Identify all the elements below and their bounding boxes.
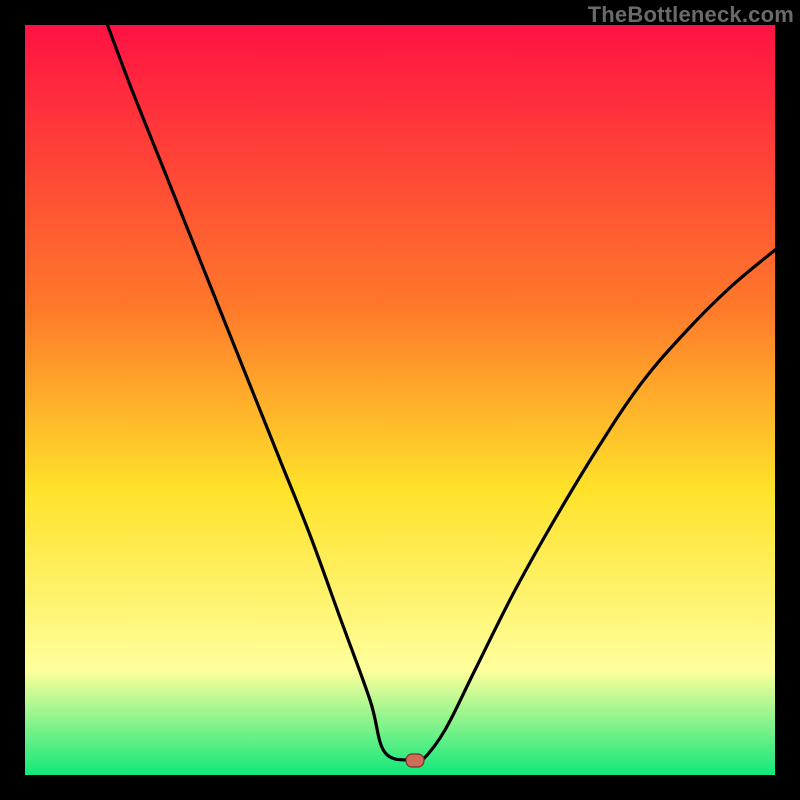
plot-area bbox=[25, 25, 775, 775]
chart-canvas bbox=[25, 25, 775, 775]
gradient-background bbox=[25, 25, 775, 775]
watermark-text: TheBottleneck.com bbox=[588, 2, 794, 28]
chart-frame: TheBottleneck.com bbox=[0, 0, 800, 800]
optimum-marker bbox=[406, 754, 424, 767]
